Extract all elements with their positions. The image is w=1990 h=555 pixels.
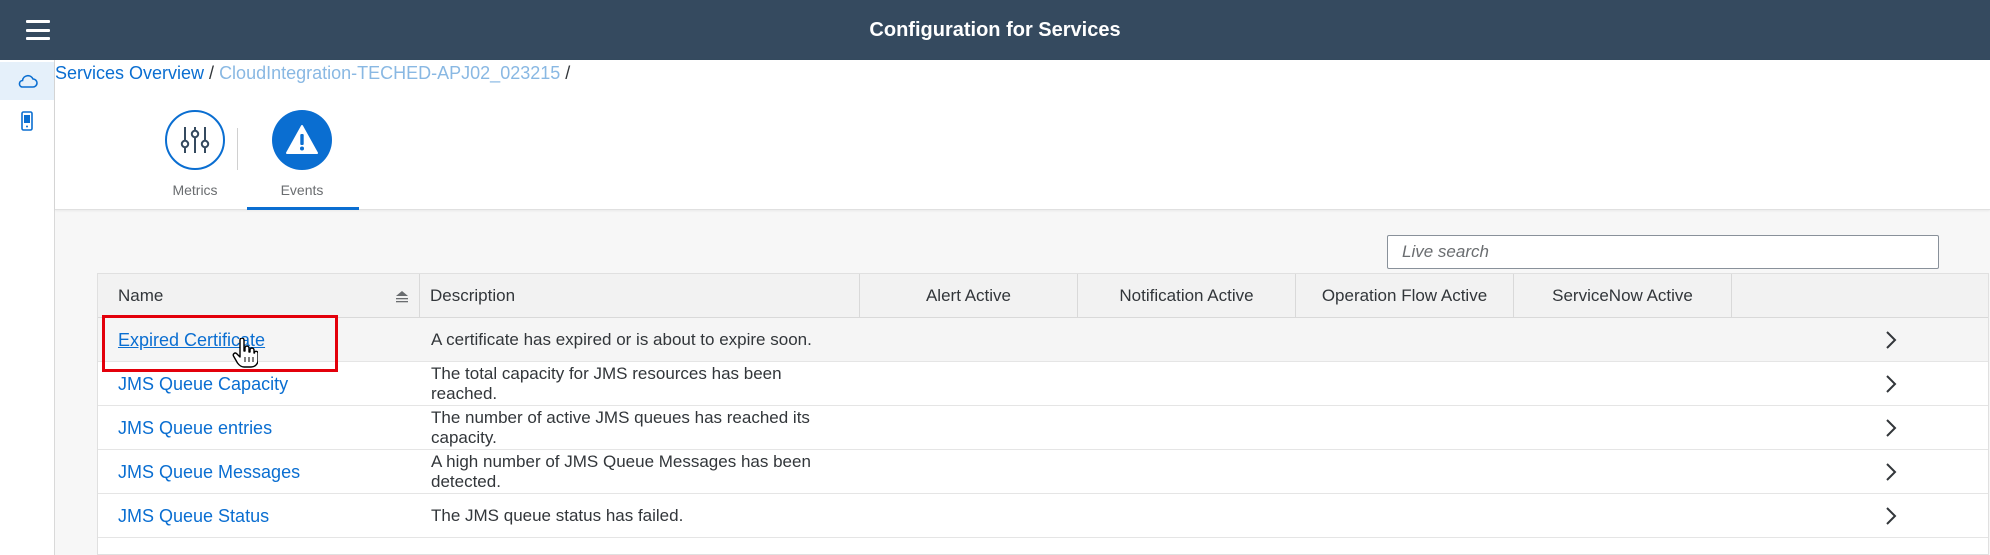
- column-header-description[interactable]: Description: [420, 274, 860, 318]
- column-header-name[interactable]: Name: [98, 274, 420, 318]
- events-table: Name Description Alert Active Notificati…: [97, 273, 1989, 555]
- main-content: Services Overview / CloudIntegration-TEC…: [55, 60, 1990, 555]
- event-description: A high number of JMS Queue Messages has …: [431, 452, 811, 491]
- event-name-link[interactable]: JMS Queue Messages: [118, 450, 300, 494]
- breadcrumb-separator: /: [560, 63, 571, 83]
- tab-events[interactable]: Events: [247, 110, 359, 210]
- rail-item-cloud[interactable]: [0, 62, 54, 100]
- tab-events-label: Events: [280, 182, 324, 198]
- live-search-input[interactable]: [1387, 235, 1939, 269]
- alert-icon: [286, 125, 318, 154]
- table-row[interactable]: Expired Certificate A certificate has ex…: [98, 318, 1988, 362]
- event-description: The JMS queue status has failed.: [431, 506, 684, 525]
- rail-item-device[interactable]: [0, 102, 54, 140]
- column-header-operation-flow-active[interactable]: Operation Flow Active: [1296, 274, 1514, 318]
- event-name-link[interactable]: JMS Queue Capacity: [118, 362, 288, 406]
- tab-metrics[interactable]: Metrics: [140, 110, 250, 210]
- event-name-link[interactable]: JMS Queue entries: [118, 406, 272, 450]
- table-row[interactable]: JMS Queue entries The number of active J…: [98, 406, 1988, 450]
- column-header-alert-active[interactable]: Alert Active: [860, 274, 1078, 318]
- chevron-right-icon[interactable]: [1883, 375, 1899, 393]
- event-name-link[interactable]: JMS Queue Status: [118, 494, 269, 538]
- table-row[interactable]: JMS Queue Messages A high number of JMS …: [98, 450, 1988, 494]
- tab-divider: [237, 128, 238, 170]
- page-title: Configuration for Services: [869, 19, 1121, 41]
- breadcrumb-current[interactable]: CloudIntegration-TECHED-APJ02_023215: [219, 63, 560, 83]
- chevron-right-icon[interactable]: [1883, 463, 1899, 481]
- event-description: The total capacity for JMS resources has…: [431, 364, 782, 403]
- chevron-right-icon[interactable]: [1883, 331, 1899, 349]
- side-navigation: [0, 60, 55, 555]
- chevron-right-icon[interactable]: [1883, 419, 1899, 437]
- table-row[interactable]: JMS Queue Capacity The total capacity fo…: [98, 362, 1988, 406]
- selected-tab-indicator: [247, 207, 359, 210]
- breadcrumb-separator: /: [204, 63, 220, 83]
- chevron-right-icon[interactable]: [1883, 507, 1899, 525]
- event-description: A certificate has expired or is about to…: [431, 330, 812, 349]
- tab-metrics-label: Metrics: [172, 182, 218, 198]
- table-header: Name Description Alert Active Notificati…: [98, 274, 1988, 318]
- column-header-notification-active[interactable]: Notification Active: [1078, 274, 1296, 318]
- cloud-icon: [18, 74, 38, 88]
- sort-ascending-icon[interactable]: [395, 291, 409, 303]
- table-row[interactable]: JMS Queue Status The JMS queue status ha…: [98, 494, 1988, 538]
- breadcrumb-services-overview[interactable]: Services Overview: [55, 63, 204, 83]
- event-description: The number of active JMS queues has reac…: [431, 408, 810, 447]
- breadcrumb: Services Overview / CloudIntegration-TEC…: [55, 63, 570, 84]
- object-header: Services Overview / CloudIntegration-TEC…: [55, 60, 1990, 210]
- metrics-sliders-icon: [180, 127, 210, 153]
- shell-header: Configuration for Services: [0, 0, 1990, 60]
- event-name-link[interactable]: Expired Certificate: [118, 318, 265, 362]
- mobile-device-icon: [21, 111, 33, 131]
- column-header-servicenow-active[interactable]: ServiceNow Active: [1514, 274, 1732, 318]
